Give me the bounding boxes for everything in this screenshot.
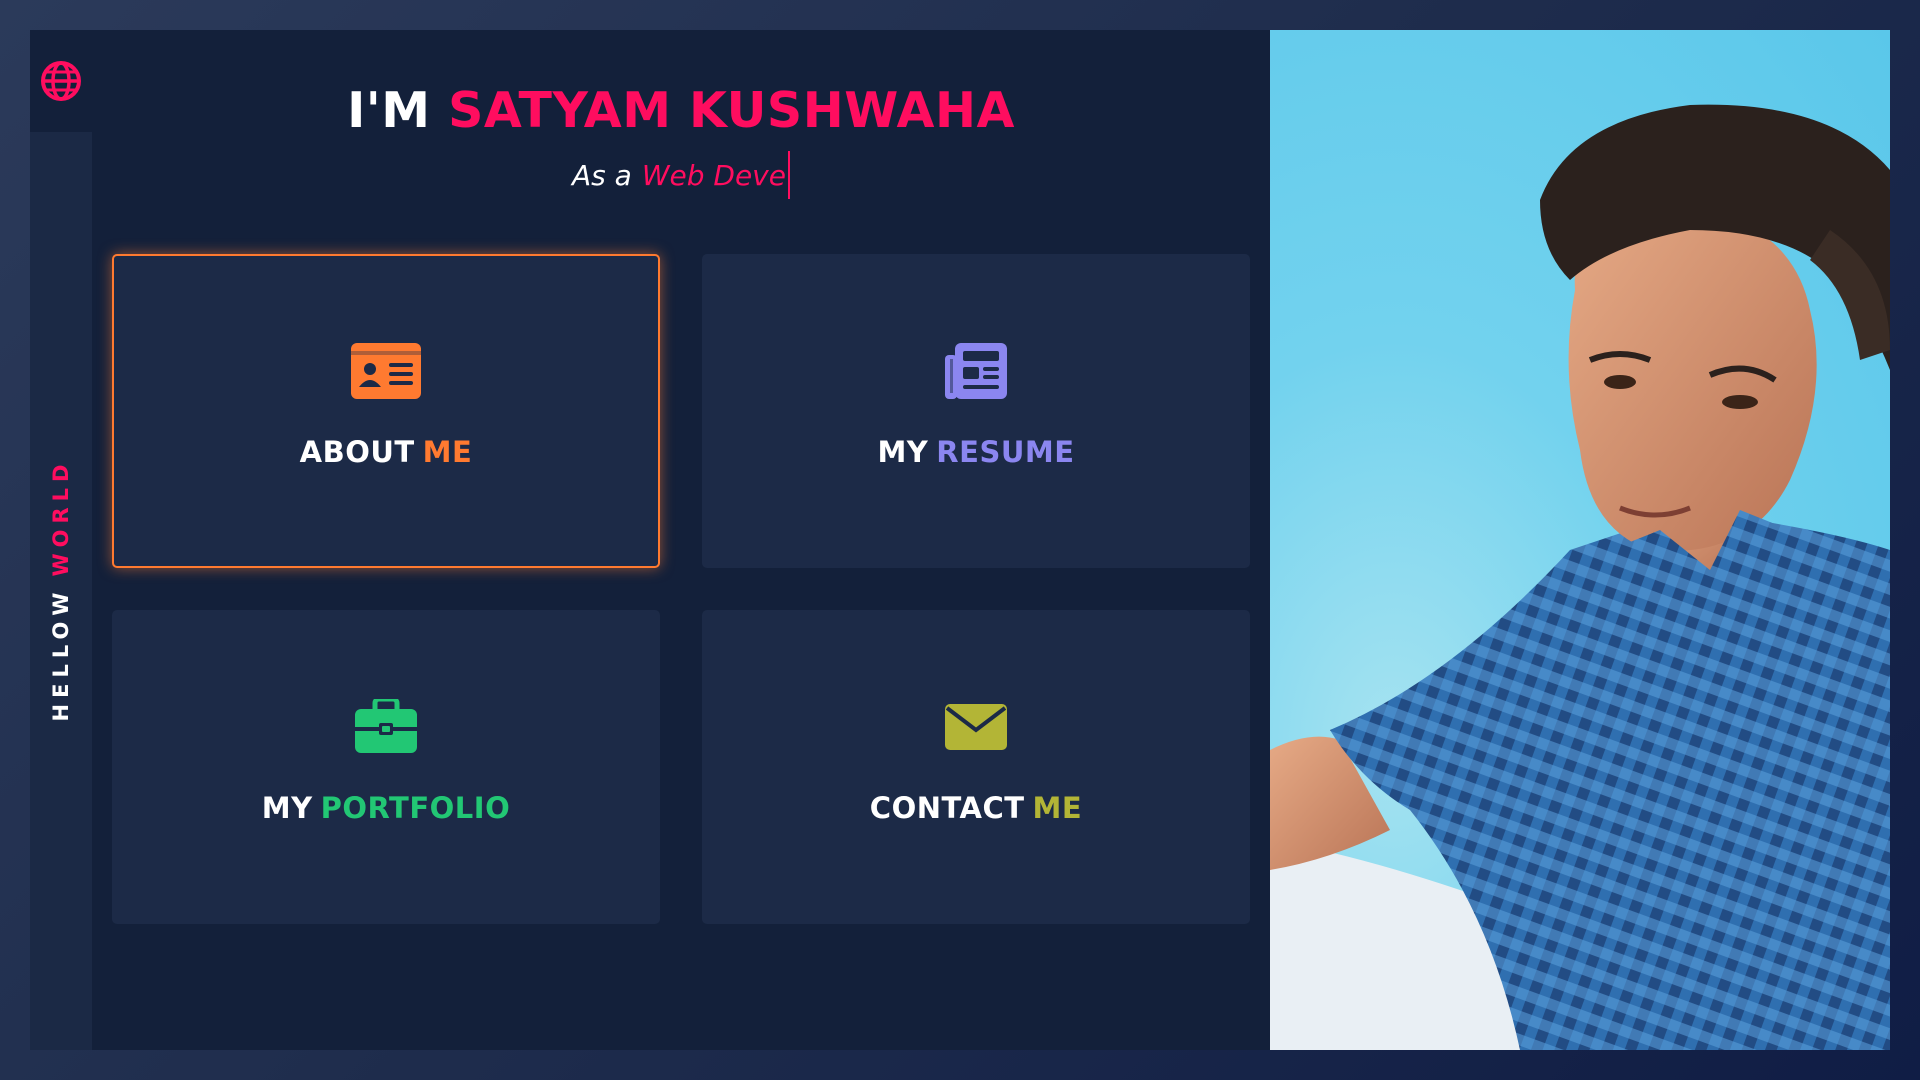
subtitle-typed-text: Web Deve xyxy=(641,158,786,192)
contact-label-accent: ME xyxy=(1032,791,1083,825)
resume-label-accent: RESUME xyxy=(936,435,1075,469)
contact-me-card[interactable]: CONTACT ME xyxy=(702,610,1250,924)
page-frame: HELLOW WORLD I'M SATYAM KUSHWAHA As a Web… xyxy=(30,30,1890,1050)
about-label-accent: ME xyxy=(422,435,473,469)
contact-me-label: CONTACT ME xyxy=(870,791,1082,825)
sidebar-text-main: HELLOW xyxy=(49,586,73,722)
portfolio-label-accent: PORTFOLIO xyxy=(320,791,511,825)
portfolio-label-main: MY xyxy=(261,791,313,825)
my-resume-card[interactable]: MY RESUME xyxy=(702,254,1250,568)
my-portfolio-label: MY PORTFOLIO xyxy=(262,791,510,825)
globe-icon[interactable] xyxy=(40,60,82,106)
title-name: SATYAM KUSHWAHA xyxy=(448,82,1015,139)
sidebar-vertical-text: HELLOW WORLD xyxy=(49,459,73,722)
page-header: I'M SATYAM KUSHWAHA As a Web Deve xyxy=(92,82,1270,199)
id-card-icon xyxy=(351,343,421,399)
my-portfolio-card[interactable]: MY PORTFOLIO xyxy=(112,610,660,924)
about-me-card[interactable]: ABOUT ME xyxy=(112,254,660,568)
about-me-label: ABOUT ME xyxy=(300,435,473,469)
my-resume-label: MY RESUME xyxy=(877,435,1074,469)
about-label-main: ABOUT xyxy=(299,435,415,469)
page-title: I'M SATYAM KUSHWAHA xyxy=(92,82,1270,139)
resume-label-main: MY xyxy=(877,435,929,469)
briefcase-icon xyxy=(355,699,417,755)
typing-cursor xyxy=(787,151,790,199)
sidebar-text-accent: WORLD xyxy=(49,458,73,577)
sidebar: HELLOW WORLD xyxy=(30,132,92,1050)
logo-box[interactable] xyxy=(30,30,92,132)
envelope-icon xyxy=(945,699,1007,755)
contact-label-main: CONTACT xyxy=(869,791,1025,825)
main-panel: HELLOW WORLD I'M SATYAM KUSHWAHA As a Web… xyxy=(30,30,1270,1050)
title-prefix: I'M xyxy=(347,82,431,139)
subtitle-prefix: As a xyxy=(572,158,632,192)
profile-photo xyxy=(1270,30,1890,1050)
page-subtitle: As a Web Deve xyxy=(572,151,790,199)
newspaper-icon xyxy=(945,343,1007,399)
